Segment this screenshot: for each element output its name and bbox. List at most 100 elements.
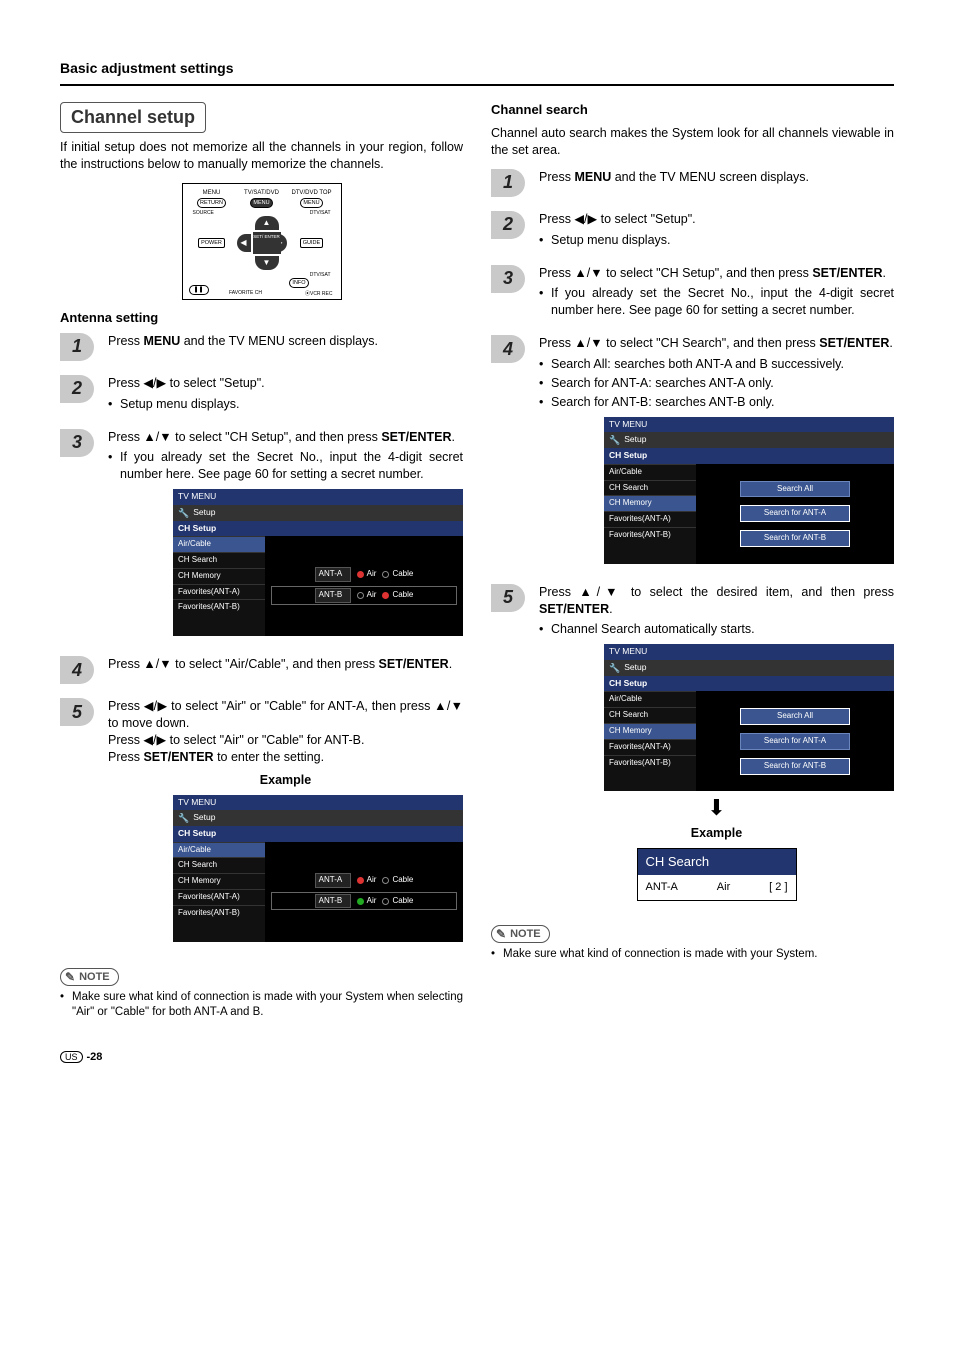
osd-screenshot-2: TV MENU 🔧Setup CH Setup Air/Cable CH Sea…: [173, 795, 463, 942]
heading-text: Channel setup: [71, 107, 195, 127]
osd-breadcrumb: 🔧Setup: [173, 505, 463, 521]
step-text: Press ◀/▶ to select "Setup".: [108, 375, 463, 392]
osd-item: Favorites(ANT-B): [604, 527, 696, 543]
osd-sidebar: Air/Cable CH Search CH Memory Favorites(…: [604, 464, 696, 564]
step-number: 2: [491, 211, 525, 239]
osd-main: ANT-A Air Cable ANT-B Air Cable: [265, 842, 463, 942]
menu-button: MENU: [250, 198, 272, 208]
step-bullet: If you already set the Secret No., input…: [539, 285, 894, 319]
radio-off-icon: [357, 592, 364, 599]
osd-title: TV MENU: [173, 795, 463, 810]
step-text: Press ◀/▶ to select "Air" or "Cable" for…: [108, 732, 463, 749]
note-text: Make sure what kind of connection is mad…: [60, 990, 463, 1021]
step-2: 2 Press ◀/▶ to select "Setup". Setup men…: [491, 211, 894, 251]
osd-item: Air/Cable: [604, 464, 696, 480]
search-all-button: Search All: [740, 481, 850, 498]
osd-title: TV MENU: [604, 644, 894, 659]
step-bullet: If you already set the Secret No., input…: [108, 449, 463, 483]
ch-search-count: [ 2 ]: [769, 880, 787, 895]
wrench-icon: 🔧: [609, 662, 620, 674]
osd-item: Air/Cable: [173, 842, 265, 858]
osd-item: CH Memory: [173, 568, 265, 584]
osd-item: CH Search: [173, 552, 265, 568]
guide-button: GUIDE: [300, 238, 323, 248]
down-arrow-icon: ⬇: [539, 797, 894, 819]
channel-setup-heading: Channel setup: [60, 102, 206, 133]
osd-item: Favorites(ANT-B): [173, 905, 265, 921]
osd-selected: CH Setup: [173, 521, 463, 536]
step-number: 4: [491, 335, 525, 363]
set-enter-keyword: SET/ENTER: [381, 430, 451, 444]
step-bullet: Setup menu displays.: [108, 396, 463, 413]
osd-screenshot-3: TV MENU 🔧Setup CH Setup Air/Cable CH Sea…: [604, 417, 894, 564]
two-column-layout: Channel setup If initial setup does not …: [60, 102, 894, 1021]
ch-search-title: CH Search: [638, 849, 796, 875]
remote-label: DTV/DVD TOP: [287, 190, 337, 196]
step-text: Press ◀/▶ to select "Air" or "Cable" for…: [108, 698, 463, 732]
wrench-icon: 🔧: [609, 434, 620, 446]
step-5: 5 Press ▲/▼ to select the desired item, …: [491, 584, 894, 905]
search-ant-a-button: Search for ANT-A: [740, 505, 850, 522]
osd-breadcrumb: 🔧Setup: [173, 810, 463, 826]
intro-text: If initial setup does not memorize all t…: [60, 139, 463, 173]
step-number: 3: [60, 429, 94, 457]
step-text: Press ▲/▼ to select the desired item, an…: [539, 585, 894, 599]
note-pill: ✎ NOTE: [60, 968, 119, 986]
step-bullet: Search for ANT-B: searches ANT-B only.: [539, 394, 894, 411]
ch-search-mode: Air: [678, 880, 769, 895]
ant-b-label: ANT-B: [315, 588, 351, 603]
step-text: Press: [539, 170, 574, 184]
set-enter-keyword: SET/ENTER: [819, 336, 889, 350]
pause-button: ❚❚: [189, 285, 209, 295]
menu-keyword: MENU: [574, 170, 611, 184]
step-text: Press ▲/▼ to select "CH Setup", and then…: [108, 430, 381, 444]
radio-off-icon: [382, 898, 389, 905]
note-icon: ✎: [496, 927, 506, 941]
radio-off-icon: [382, 877, 389, 884]
ant-b-label: ANT-B: [315, 894, 351, 909]
osd-title: TV MENU: [604, 417, 894, 432]
osd-screenshot-1: TV MENU 🔧Setup CH Setup Air/Cable CH Sea…: [173, 489, 463, 636]
right-column: Channel search Channel auto search makes…: [491, 102, 894, 1021]
dpad-left-icon: ◀: [237, 234, 251, 252]
osd-item: CH Memory: [604, 495, 696, 511]
step-bullet: Channel Search automatically starts.: [539, 621, 894, 638]
step-4: 4 Press ▲/▼ to select "Air/Cable", and t…: [60, 656, 463, 684]
region-badge: US: [60, 1051, 83, 1063]
step-1: 1 Press MENU and the TV MENU screen disp…: [491, 169, 894, 197]
info-button: INFO: [289, 278, 308, 288]
note-text: Make sure what kind of connection is mad…: [491, 947, 894, 963]
step-bullet: Search All: searches both ANT-A and B su…: [539, 356, 894, 373]
osd-item: CH Memory: [173, 873, 265, 889]
radio-on-icon: [357, 571, 364, 578]
step-bullet: Search for ANT-A: searches ANT-A only.: [539, 375, 894, 392]
search-ant-b-button: Search for ANT-B: [740, 530, 850, 547]
ant-a-label: ANT-A: [315, 567, 351, 582]
osd-breadcrumb: 🔧Setup: [604, 660, 894, 676]
osd-item: Favorites(ANT-A): [604, 739, 696, 755]
page-number: -28: [87, 1051, 103, 1063]
wrench-icon: 🔧: [178, 812, 189, 824]
example-label: Example: [539, 825, 894, 842]
note-label: NOTE: [79, 971, 110, 983]
menu-keyword: MENU: [143, 334, 180, 348]
step-number: 4: [60, 656, 94, 684]
ch-search-ant: ANT-A: [646, 880, 678, 895]
radio-on-icon: [357, 898, 364, 905]
osd-item: Favorites(ANT-A): [604, 511, 696, 527]
dpad-down-icon: ▼: [255, 256, 279, 270]
step-1: 1 Press MENU and the TV MENU screen disp…: [60, 333, 463, 361]
step-number: 1: [60, 333, 94, 361]
radio-off-icon: [382, 571, 389, 578]
set-enter-keyword: SET/ENTER: [379, 657, 449, 671]
left-column: Channel setup If initial setup does not …: [60, 102, 463, 1021]
remote-illustration: MENU TV/SAT/DVD DTV/DVD TOP RETURN MENU …: [182, 183, 342, 300]
osd-item: CH Search: [604, 480, 696, 496]
step-text: and the TV MENU screen displays.: [611, 170, 809, 184]
power-button: POWER: [198, 238, 225, 248]
osd-main: Search All Search for ANT-A Search for A…: [696, 464, 894, 564]
step-number: 1: [491, 169, 525, 197]
remote-label: MENU: [187, 190, 237, 196]
step-text: .: [882, 266, 885, 280]
osd-item: CH Memory: [604, 723, 696, 739]
